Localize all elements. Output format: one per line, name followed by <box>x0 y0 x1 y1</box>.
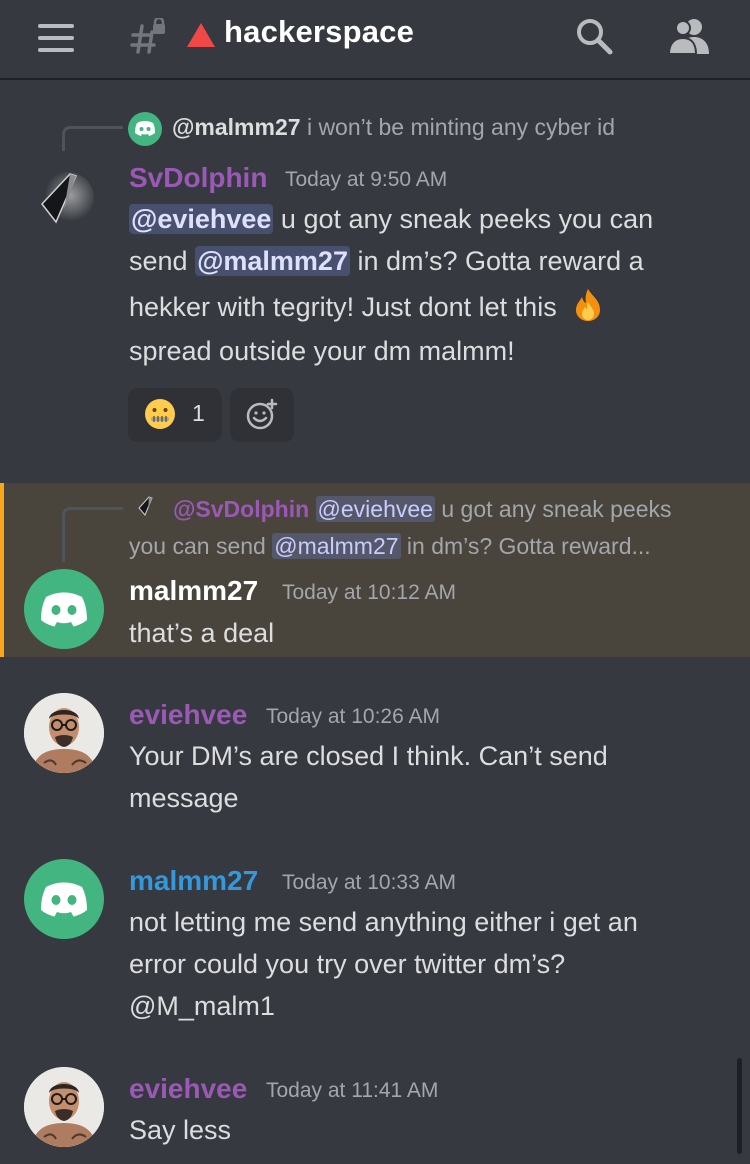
scrollbar[interactable] <box>737 1058 742 1154</box>
avatar-svdolphin[interactable] <box>24 162 104 242</box>
alert-triangle-icon <box>187 23 215 47</box>
reply-avatar <box>128 112 162 146</box>
message-malmm27: malmm27 Today at 10:33 AM not letting me… <box>0 859 750 1029</box>
text-fragment: hekker with tegrity! Just dont let this <box>129 292 557 322</box>
reply-snippet: you can send <box>129 533 273 559</box>
search-icon[interactable] <box>574 16 614 56</box>
crystal-avatar-icon <box>41 172 94 224</box>
message-content: not letting me send anything either i ge… <box>129 901 729 1027</box>
members-icon[interactable] <box>666 16 712 56</box>
timestamp: Today at 10:12 AM <box>282 581 456 604</box>
reply-mention-eviehvee: @eviehvee <box>315 496 435 522</box>
hamburger-menu-icon[interactable] <box>38 24 74 52</box>
text-line: @M_malm1 <box>129 991 275 1021</box>
add-reaction-button[interactable] <box>230 388 294 442</box>
timestamp: Today at 9:50 AM <box>285 168 448 191</box>
avatar-malmm27[interactable] <box>24 569 104 649</box>
text-line: message <box>129 783 239 813</box>
person-photo-avatar <box>24 693 104 773</box>
channel-header: hackerspace <box>0 0 750 80</box>
message-eviehvee-2: eviehvee Today at 11:41 AM Say less <box>0 1067 750 1164</box>
reply-mention-malmm27: @malmm27 <box>272 533 401 559</box>
message-eviehvee-1: eviehvee Today at 10:26 AM Your DM’s are… <box>0 693 750 823</box>
author-name[interactable]: malmm27 <box>129 575 258 607</box>
text-fragment: spread outside your dm malmm! <box>129 336 515 366</box>
author-name[interactable]: SvDolphin <box>129 162 267 194</box>
avatar-malmm27[interactable] <box>24 859 104 939</box>
text-fragment: send <box>129 246 196 276</box>
discord-logo-icon <box>41 882 87 917</box>
reply-snippet: i won’t be minting any cyber id <box>306 114 616 140</box>
message-content: that’s a deal <box>129 618 275 648</box>
add-reaction-icon <box>246 398 278 430</box>
author-name[interactable]: eviehvee <box>129 1073 247 1105</box>
author-name[interactable]: malmm27 <box>129 865 258 897</box>
reply-preview[interactable]: @malmm27 i won’t be minting any cyber id <box>172 114 732 141</box>
reply-snippet: in dm’s? Gotta reward... <box>400 533 651 559</box>
message-malmm27-reply: @SvDolphin @eviehvee u got any sneak pee… <box>0 483 750 657</box>
locked-hash-icon <box>130 18 165 54</box>
discord-logo-icon <box>41 592 87 627</box>
text-line: not letting me send anything either i ge… <box>129 907 638 937</box>
author-name[interactable]: eviehvee <box>129 699 247 731</box>
avatar-eviehvee[interactable] <box>24 1067 104 1147</box>
reaction-zipper-mouth[interactable]: 1 <box>128 388 222 442</box>
mention-eviehvee[interactable]: @eviehvee <box>129 204 274 234</box>
message-content: Say less <box>129 1115 232 1145</box>
fire-emoji-icon <box>576 289 601 321</box>
reply-author: @malmm27 <box>172 114 301 140</box>
reply-snippet: u got any sneak peeks <box>434 496 672 522</box>
discord-logo-icon <box>135 121 155 136</box>
text-fragment: in dm’s? Gotta reward a <box>349 246 644 276</box>
zipper-mouth-emoji-icon <box>144 398 176 430</box>
message-svdolphin: @malmm27 i won’t be minting any cyber id… <box>0 100 750 460</box>
text-line: error could you try over twitter dm’s? <box>129 949 566 979</box>
person-photo-avatar <box>24 1067 104 1147</box>
timestamp: Today at 10:26 AM <box>266 705 440 728</box>
reply-preview[interactable]: @SvDolphin @eviehvee u got any sneak pee… <box>129 491 729 565</box>
text-line: Your DM’s are closed I think. Can’t send <box>129 741 608 771</box>
timestamp: Today at 11:41 AM <box>266 1079 439 1102</box>
avatar-eviehvee[interactable] <box>24 693 104 773</box>
message-content: @eviehvee u got any sneak peeks you can … <box>129 198 729 372</box>
channel-name[interactable]: hackerspace <box>224 14 414 50</box>
reply-connector <box>62 507 123 562</box>
mention-malmm27[interactable]: @malmm27 <box>195 246 350 276</box>
reply-author: @SvDolphin <box>173 496 310 522</box>
text-fragment: u got any sneak peeks you can <box>273 204 654 234</box>
timestamp: Today at 10:33 AM <box>282 871 456 894</box>
message-content: Your DM’s are closed I think. Can’t send… <box>129 735 729 819</box>
reaction-count: 1 <box>192 400 205 426</box>
reply-connector <box>62 126 123 151</box>
